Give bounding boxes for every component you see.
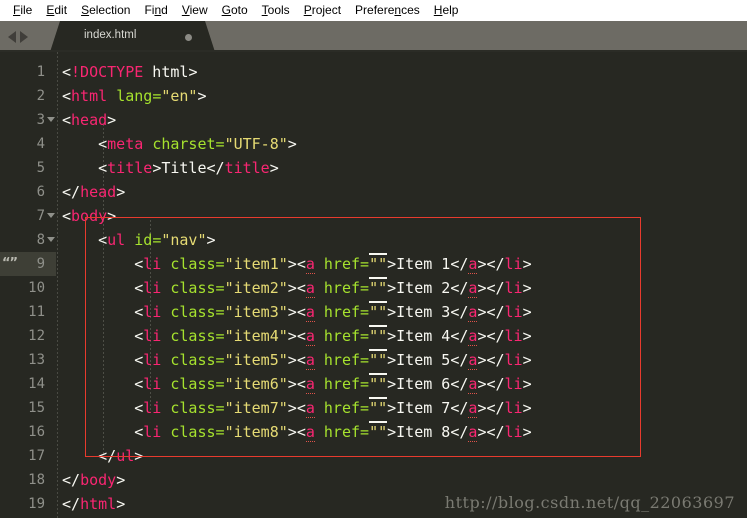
tab-index-html[interactable]: index.html [50, 21, 215, 52]
code-text[interactable]: <li class="item6"><a href="">Item 6</a><… [62, 372, 532, 396]
code-line[interactable]: 8 <ul id="nav"> [0, 228, 747, 252]
menu-item-find[interactable]: Find [137, 0, 174, 21]
menu-accelerator: F [13, 3, 21, 17]
line-number: 16 [28, 424, 45, 440]
menu-accelerator: n [154, 3, 162, 17]
code-line[interactable]: 12 <li class="item4"><a href="">Item 4</… [0, 324, 747, 348]
code-text[interactable]: </html> [62, 492, 125, 516]
menu-accelerator: G [221, 3, 231, 17]
line-number: 14 [28, 376, 45, 392]
code-text[interactable]: <!DOCTYPE html> [62, 60, 197, 84]
code-line[interactable]: 3 <head> [0, 108, 747, 132]
line-number: 5 [36, 160, 45, 176]
code-text[interactable]: <ul id="nav"> [62, 228, 215, 252]
fold-triangle-icon[interactable] [47, 237, 55, 242]
menu-accelerator: n [394, 3, 402, 17]
code-line[interactable]: 2 <html lang="en"> [0, 84, 747, 108]
code-text[interactable]: <meta charset="UTF-8"> [62, 132, 297, 156]
code-line[interactable]: 14 <li class="item6"><a href="">Item 6</… [0, 372, 747, 396]
tab-label: index.html [84, 29, 137, 41]
code-text[interactable]: <li class="item7"><a href="">Item 7</a><… [62, 396, 532, 420]
line-number: 18 [28, 472, 45, 488]
line-number: 8 [36, 232, 45, 248]
menu-bar: File Edit Selection Find View Goto Tools Projec… [0, 0, 747, 21]
code-text[interactable]: <li class="item4"><a href="">Item 4</a><… [62, 324, 532, 348]
line-number: 19 [28, 496, 45, 512]
code-text[interactable]: <li class="item3"><a href="">Item 3</a><… [62, 300, 532, 324]
line-number: 11 [28, 304, 45, 320]
code-line[interactable]: 16 <li class="item8"><a href="">Item 8</… [0, 420, 747, 444]
arrow-left-icon[interactable] [8, 30, 16, 43]
line-number: 7 [36, 208, 45, 224]
menu-item-goto[interactable]: Goto [215, 0, 255, 21]
code-text[interactable]: <title>Title</title> [62, 156, 279, 180]
line-number: 9 [36, 256, 45, 272]
code-text[interactable]: </body> [62, 468, 125, 492]
code-line[interactable]: 11 <li class="item3"><a href="">Item 3</… [0, 300, 747, 324]
watermark-text: http://blog.csdn.net/qq_22063697 [444, 493, 735, 512]
code-text[interactable]: <li class="item2"><a href="">Item 2</a><… [62, 276, 532, 300]
code-text[interactable]: <body> [62, 204, 116, 228]
code-line[interactable]: 5 <title>Title</title> [0, 156, 747, 180]
code-line[interactable]: 4 <meta charset="UTF-8"> [0, 132, 747, 156]
sublime-text-window: File Edit Selection Find View Goto Tools Projec… [0, 0, 747, 518]
menu-item-view[interactable]: View [175, 0, 215, 21]
code-line[interactable]: 13 <li class="item5"><a href="">Item 5</… [0, 348, 747, 372]
code-text[interactable]: <li class="item1"><a href="">Item 1</a><… [62, 252, 532, 276]
line-number: 2 [36, 88, 45, 104]
code-line[interactable]: 18 </body> [0, 468, 747, 492]
menu-item-tools[interactable]: Tools [255, 0, 297, 21]
fold-triangle-icon[interactable] [47, 117, 55, 122]
code-line[interactable]: 7 <body> [0, 204, 747, 228]
menu-accelerator: S [81, 3, 90, 17]
code-line[interactable]: “” 9 <li class="item1"><a href="">Item 1<… [0, 252, 747, 276]
menu-item-project[interactable]: Project [297, 0, 348, 21]
line-number: 3 [36, 112, 45, 128]
code-line[interactable]: 15 <li class="item7"><a href="">Item 7</… [0, 396, 747, 420]
line-number: 13 [28, 352, 45, 368]
unsaved-changes-dot-icon [185, 34, 192, 41]
menu-accelerator: P [303, 3, 312, 17]
code-line[interactable]: 1 <!DOCTYPE html> [0, 60, 747, 84]
arrow-right-icon[interactable] [20, 30, 28, 43]
code-editor[interactable]: 1 <!DOCTYPE html> 2 <html lang="en"> 3 <head>… [0, 52, 747, 518]
line-number: 10 [28, 280, 45, 296]
code-line[interactable]: 17 </ul> [0, 444, 747, 468]
line-number: 12 [28, 328, 45, 344]
menu-item-preferences[interactable]: Preferences [348, 0, 427, 21]
line-number: 4 [36, 136, 45, 152]
menu-item-help[interactable]: Help [427, 0, 466, 21]
code-text[interactable]: <li class="item8"><a href="">Item 8</a><… [62, 420, 532, 444]
menu-accelerator: V [181, 3, 190, 17]
tab-nav-arrows [8, 21, 28, 52]
code-line[interactable]: 6 </head> [0, 180, 747, 204]
menu-item-file[interactable]: File [6, 0, 39, 21]
menu-item-edit[interactable]: Edit [39, 0, 74, 21]
menu-item-selection[interactable]: Selection [74, 0, 137, 21]
line-number: 1 [36, 64, 45, 80]
code-text[interactable]: <html lang="en"> [62, 84, 207, 108]
code-line[interactable]: 10 <li class="item2"><a href="">Item 2</… [0, 276, 747, 300]
line-number: 17 [28, 448, 45, 464]
code-text[interactable]: </ul> [62, 444, 143, 468]
line-number: 6 [36, 184, 45, 200]
menu-accelerator: E [46, 3, 55, 17]
code-text[interactable]: <head> [62, 108, 116, 132]
code-text[interactable]: </head> [62, 180, 125, 204]
code-text[interactable]: <li class="item5"><a href="">Item 5</a><… [62, 348, 532, 372]
menu-accelerator: T [261, 3, 268, 17]
line-number: 15 [28, 400, 45, 416]
tab-bar: index.html [0, 21, 747, 52]
menu-accelerator: H [433, 3, 443, 17]
fold-triangle-icon[interactable] [47, 213, 55, 218]
